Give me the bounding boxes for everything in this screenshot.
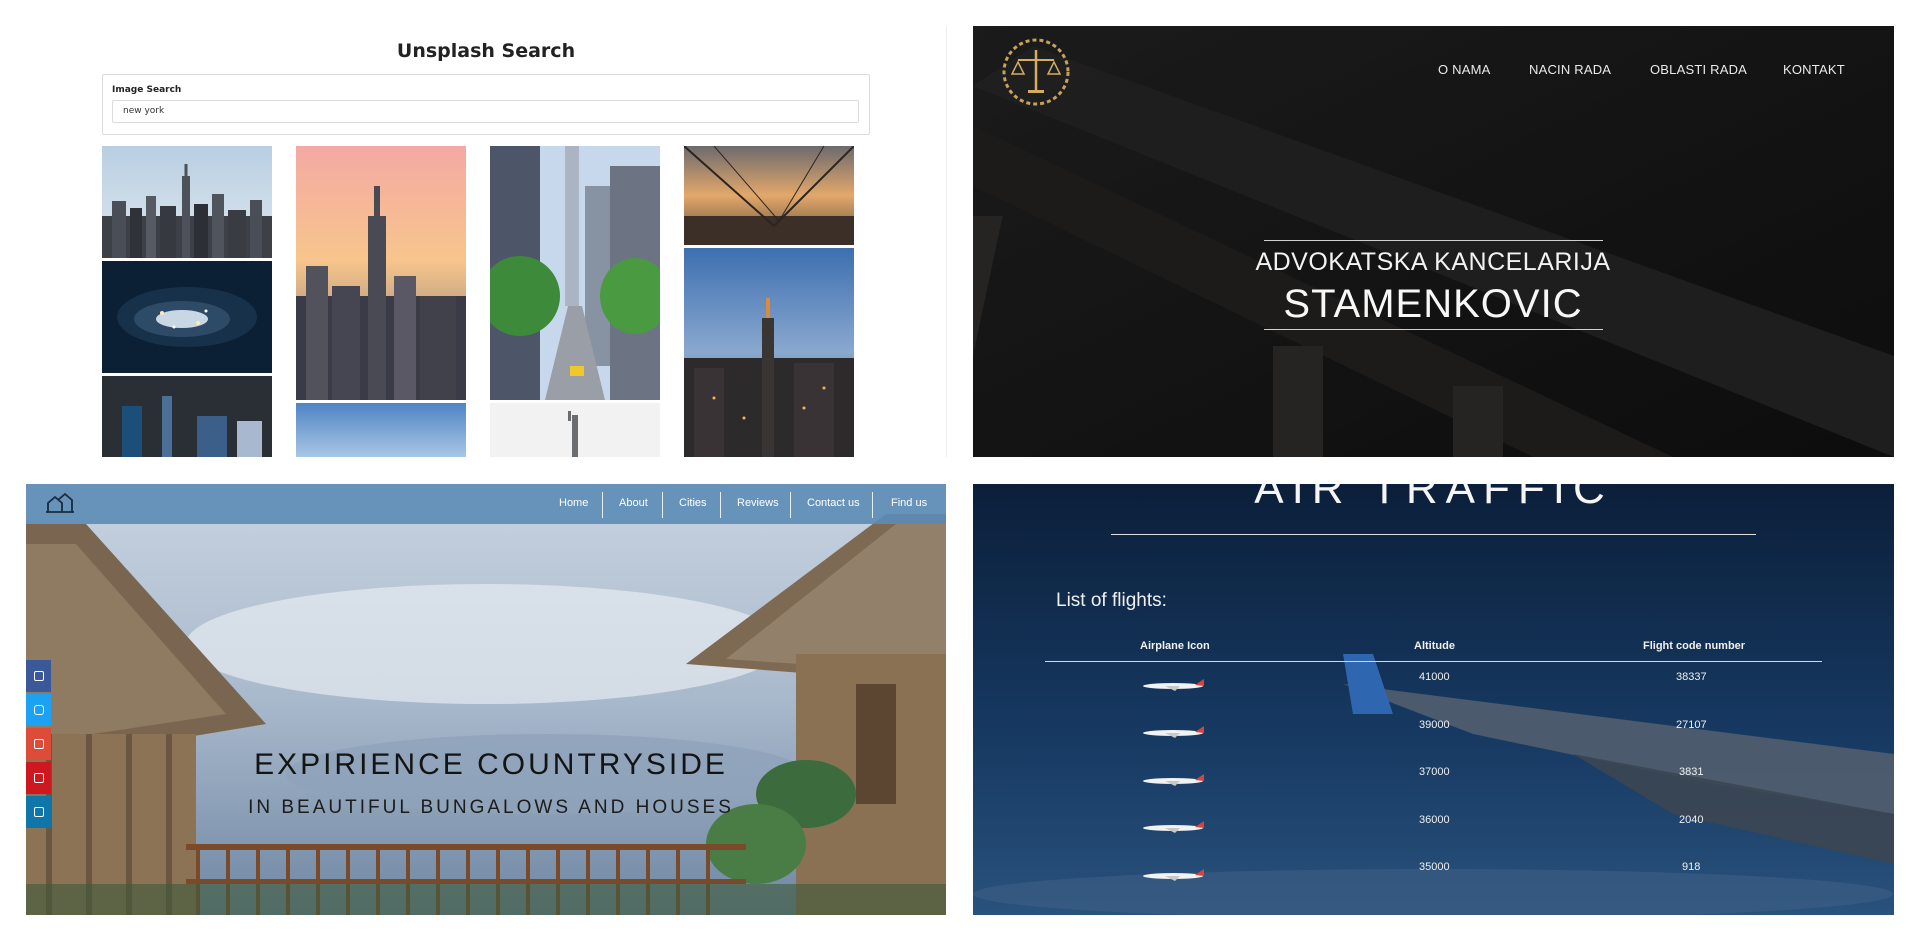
bungalow-background <box>26 484 946 915</box>
courthouse-background <box>973 26 1894 457</box>
image-thumb[interactable] <box>684 248 854 457</box>
column-header-altitude: Altitude <box>1414 640 1455 652</box>
city-dusk-image <box>684 248 854 457</box>
image-thumb[interactable] <box>684 146 854 245</box>
column-header-icon: Airplane Icon <box>1140 640 1210 652</box>
hero-subtitle: IN BEAUTIFUL BUNGALOWS AND HOUSES <box>248 797 734 818</box>
airplane-icon <box>1140 678 1206 692</box>
statue-image <box>490 403 660 457</box>
law-firm-panel: O NAMA NACIN RADA OBLASTI RADA KONTAKT A… <box>973 26 1894 457</box>
unsplash-panel: Unsplash Search Image Search new york <box>26 26 946 457</box>
nav-link-oblasti-rada[interactable]: OBLASTI RADA <box>1650 62 1747 77</box>
city-night-image <box>102 261 272 373</box>
flight-code-cell: 918 <box>1682 861 1701 873</box>
image-thumb[interactable] <box>102 146 272 258</box>
nav-separator <box>790 492 791 518</box>
nav-link-home[interactable]: Home <box>559 497 588 509</box>
altitude-cell: 36000 <box>1419 814 1450 826</box>
airplane-icon <box>1140 773 1206 787</box>
airplane-icon <box>1140 725 1206 739</box>
image-thumb[interactable] <box>102 376 272 457</box>
nav-separator <box>662 492 663 518</box>
search-input[interactable]: new york <box>112 100 859 123</box>
skyline-image <box>102 146 272 258</box>
nav-separator <box>720 492 721 518</box>
nav-separator <box>872 492 873 518</box>
nav-link-o-nama[interactable]: O NAMA <box>1438 62 1490 77</box>
title-underline <box>1111 534 1756 535</box>
page-title: Unsplash Search <box>396 40 576 62</box>
flight-code-cell: 2040 <box>1679 814 1704 826</box>
list-heading: List of flights: <box>1056 590 1167 611</box>
flight-code-cell: 27107 <box>1676 719 1707 731</box>
countryside-panel: Home About Cities Reviews Contact us Fin… <box>26 484 946 915</box>
hero-line-top <box>1264 240 1603 241</box>
nav-separator <box>602 492 603 518</box>
hero-title: EXPIRIENCE COUNTRYSIDE <box>254 748 728 781</box>
image-thumb[interactable] <box>296 146 466 400</box>
house-logo-icon[interactable] <box>46 492 74 514</box>
scales-logo[interactable] <box>1000 36 1072 108</box>
search-label: Image Search <box>112 85 182 95</box>
image-thumb[interactable] <box>102 261 272 373</box>
street-taxi-image <box>490 146 660 400</box>
nav-link-find-us[interactable]: Find us <box>891 497 927 509</box>
altitude-cell: 37000 <box>1419 766 1450 778</box>
image-thumb[interactable] <box>490 403 660 457</box>
sky-image <box>296 403 466 457</box>
facebook-icon[interactable] <box>26 660 51 692</box>
header-divider <box>1045 661 1822 662</box>
hero-line-bottom <box>1264 329 1603 330</box>
nav-link-cities[interactable]: Cities <box>679 497 707 509</box>
image-thumb[interactable] <box>296 403 466 457</box>
empire-sunset-image <box>296 146 466 400</box>
search-form: Image Search new york <box>102 74 870 135</box>
airplane-wing-background <box>973 484 1894 915</box>
nav-link-kontakt[interactable]: KONTAKT <box>1783 62 1845 77</box>
neon-street-image <box>102 376 272 457</box>
airplane-icon <box>1140 820 1206 834</box>
flight-code-cell: 3831 <box>1679 766 1704 778</box>
altitude-cell: 41000 <box>1419 671 1450 683</box>
nav-link-about[interactable]: About <box>619 497 648 509</box>
column-header-code: Flight code number <box>1643 640 1746 652</box>
panel-divider <box>946 26 947 457</box>
nav-link-contact[interactable]: Contact us <box>807 497 860 509</box>
nav-link-nacin-rada[interactable]: NACIN RADA <box>1529 62 1611 77</box>
bridge-sunset-image <box>684 146 854 245</box>
altitude-cell: 35000 <box>1419 861 1450 873</box>
altitude-cell: 39000 <box>1419 719 1450 731</box>
flight-code-cell: 38337 <box>1676 671 1707 683</box>
page-title: AIR TRAFFIC <box>1254 484 1613 513</box>
air-traffic-panel: AIR TRAFFIC List of flights: Airplane Ic… <box>973 484 1894 915</box>
hero-title: STAMENKOVIC <box>1283 282 1583 326</box>
image-thumb[interactable] <box>490 146 660 400</box>
airplane-icon <box>1140 868 1206 882</box>
nav-link-reviews[interactable]: Reviews <box>737 497 779 509</box>
instagram-icon[interactable] <box>26 694 51 726</box>
hero-subtitle: ADVOKATSKA KANCELARIJA <box>1255 248 1611 276</box>
